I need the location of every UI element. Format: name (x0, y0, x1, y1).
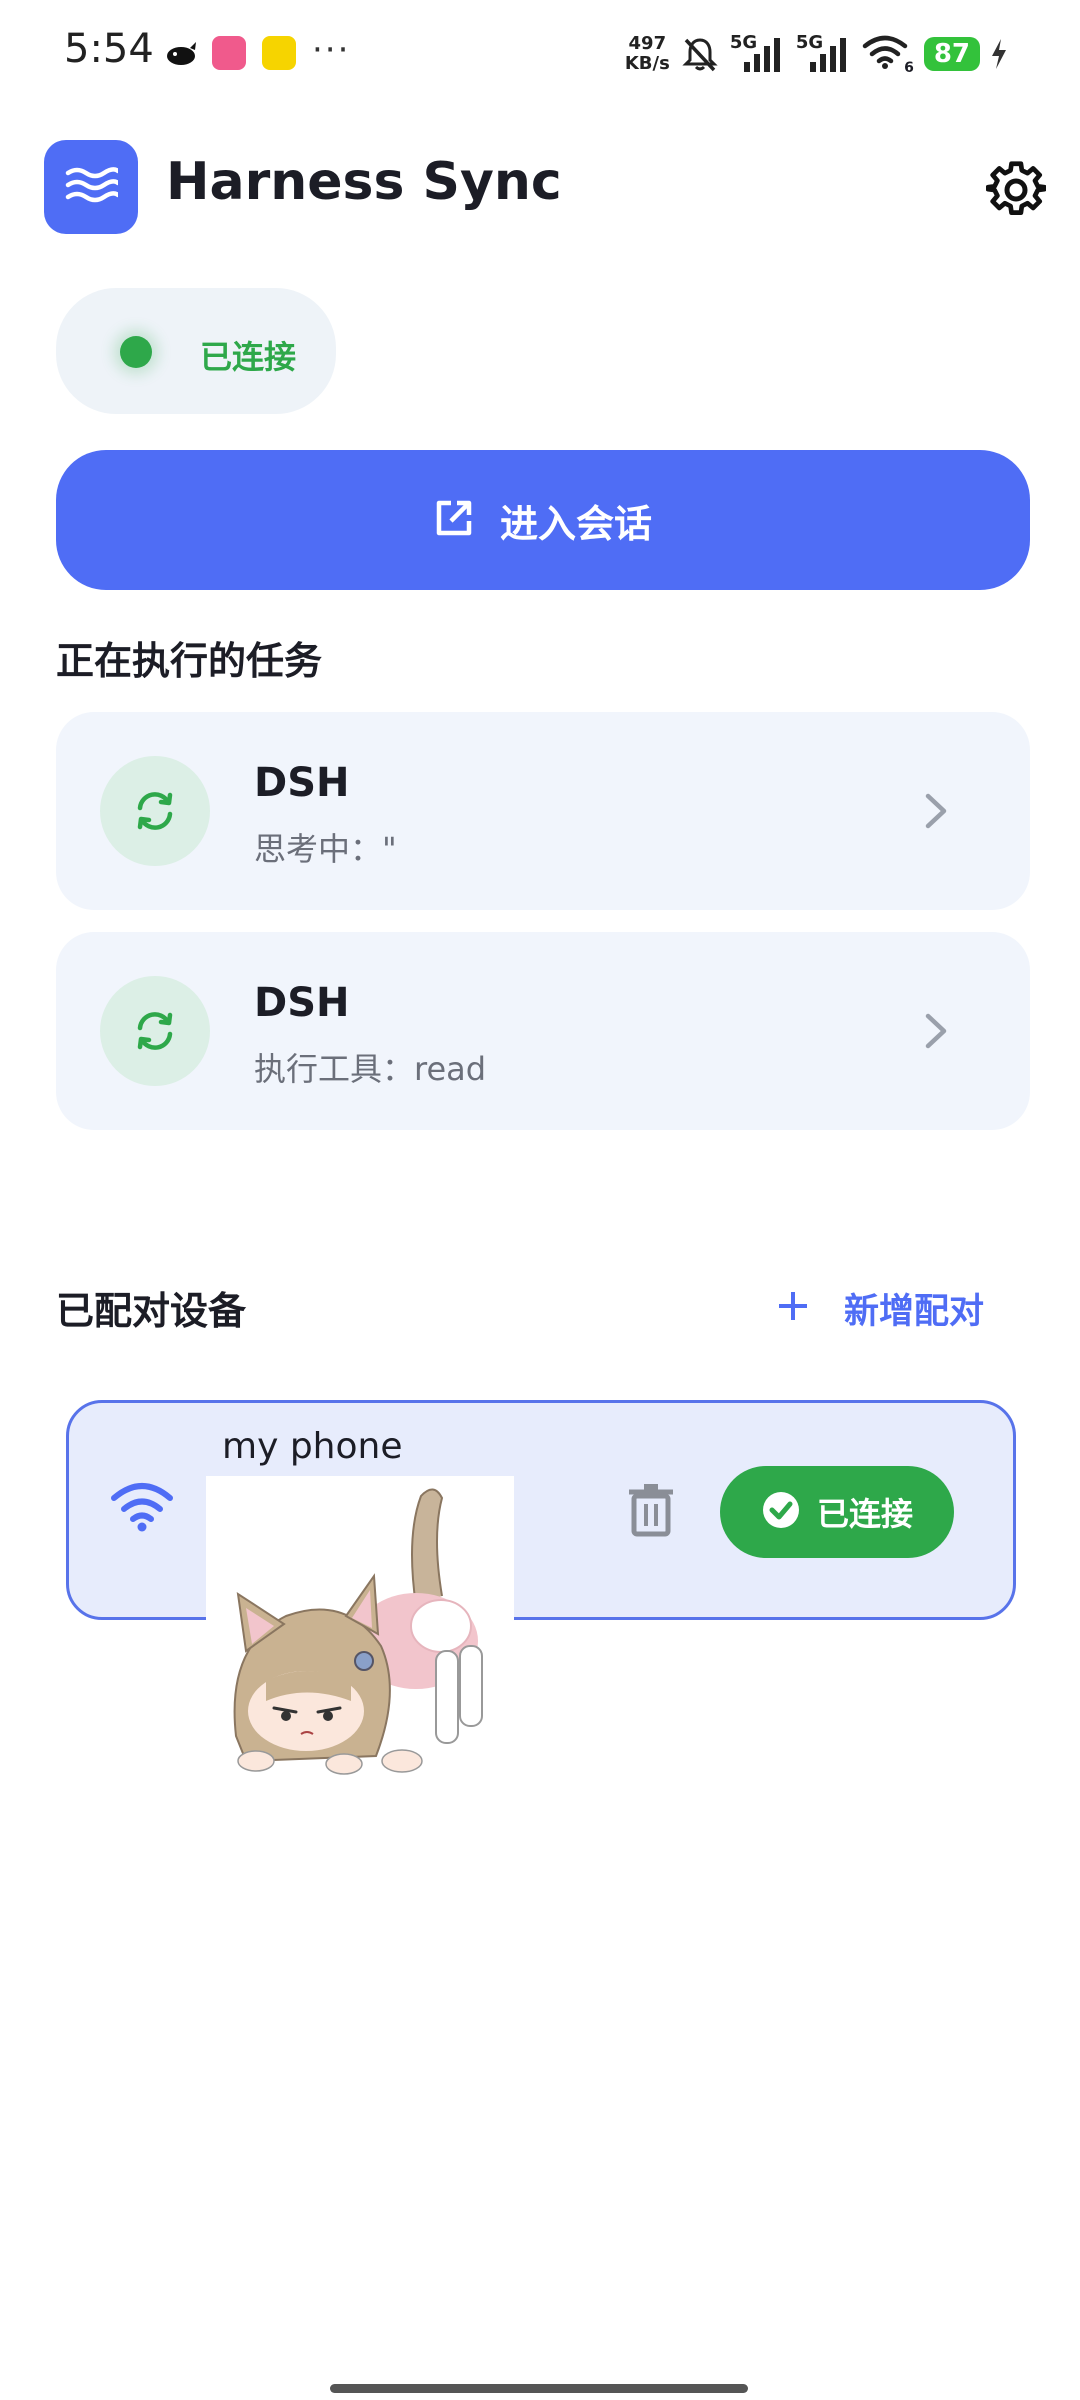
task-name: DSH (254, 760, 350, 806)
status-dot (120, 336, 152, 368)
waves-icon (64, 165, 121, 209)
tasks-section-title: 正在执行的任务 (56, 639, 323, 683)
gear-icon[interactable] (985, 160, 1047, 220)
chevron-right-icon (916, 788, 956, 834)
signal-icon: 5G (730, 32, 786, 76)
battery-indicator: 87 (923, 37, 980, 71)
charging-icon (990, 38, 1008, 70)
devices-section-title: 已配对设备 (56, 1289, 247, 1333)
task-card[interactable]: DSH 思考中：" (56, 712, 1030, 910)
sync-icon (100, 756, 210, 866)
sync-icon (100, 976, 210, 1086)
more-notifications-icon: ··· (312, 30, 351, 70)
chevron-right-icon (916, 1008, 956, 1054)
add-pairing-button[interactable]: 新增配对 (776, 1278, 984, 1338)
emoji-app-icon (262, 36, 296, 70)
plus-icon (776, 1289, 810, 1327)
wifi-icon (110, 1480, 174, 1534)
device-name: my phone (222, 1426, 403, 1467)
status-bar: 5:54 ··· 497 KB/s 5G 5G 6 87 (0, 0, 1080, 110)
task-name: DSH (254, 980, 350, 1026)
trash-icon[interactable] (628, 1482, 674, 1538)
enter-session-button[interactable]: 进入会话 (56, 450, 1030, 590)
check-circle-icon (761, 1490, 801, 1534)
cat-girl-sticker (206, 1476, 514, 1784)
bilibili-app-icon (212, 36, 246, 70)
add-pairing-label: 新增配对 (844, 1291, 985, 1332)
connection-status-label: 已连接 (200, 338, 297, 376)
task-status: 思考中：" (254, 830, 397, 868)
net-speed: 497 KB/s (624, 33, 670, 74)
task-card[interactable]: DSH 执行工具：read (56, 932, 1030, 1130)
whale-app-icon (164, 38, 198, 68)
status-time: 5:54 (64, 26, 154, 72)
signal-icon: 5G (796, 32, 852, 76)
app-logo (44, 140, 138, 234)
device-connected-button[interactable]: 已连接 (720, 1466, 954, 1558)
device-status-label: 已连接 (816, 1495, 913, 1533)
wifi-icon: 6 (862, 34, 914, 76)
page-title: Harness Sync (166, 152, 562, 212)
task-status: 执行工具：read (254, 1050, 487, 1088)
open-external-icon (434, 498, 474, 542)
home-indicator[interactable] (330, 2384, 748, 2393)
enter-session-label: 进入会话 (499, 501, 652, 546)
mute-bell-icon (680, 34, 720, 74)
